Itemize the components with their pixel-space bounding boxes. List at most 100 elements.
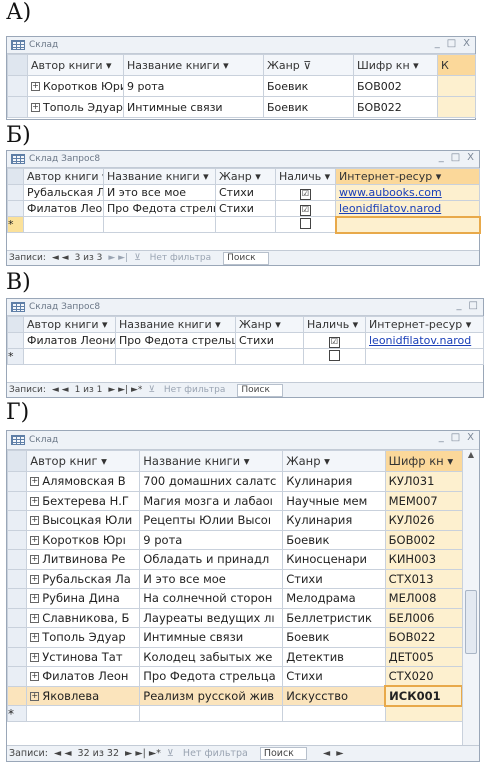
scroll-up-icon[interactable]: ▲ (463, 450, 479, 459)
expand-icon[interactable]: + (31, 82, 40, 91)
table-row[interactable]: + Алямовская В 700 домашних салатс Кулинари… (6, 471, 463, 492)
horizontal-scroll-left-icon[interactable]: ◄ (323, 748, 330, 759)
row-selector[interactable] (6, 568, 28, 589)
table-row[interactable]: Рубальская Ла И это все мое Стихи ☑ www.… (7, 184, 480, 201)
next-record-buttons[interactable]: ► ►| ►* (108, 385, 142, 395)
checkbox[interactable] (329, 349, 340, 361)
maximize-icon[interactable]: □ (447, 38, 456, 49)
row-selector[interactable] (6, 588, 28, 609)
first-record-button[interactable]: ◄ ◄ (52, 385, 69, 395)
next-record-buttons[interactable]: ► ►| (108, 253, 128, 263)
close-icon[interactable]: X (467, 152, 474, 163)
column-header[interactable]: Название книги ▾ (139, 450, 284, 472)
minimize-icon[interactable]: _ (457, 300, 462, 311)
row-selector[interactable] (6, 471, 28, 492)
first-record-button[interactable]: ◄ ◄ (54, 748, 72, 759)
column-header[interactable]: Жанр ⊽ (263, 54, 354, 76)
column-header[interactable]: Интернет-ресур ▾ (335, 168, 480, 185)
expand-icon[interactable]: + (31, 103, 40, 112)
close-icon[interactable]: X (467, 432, 474, 443)
select-all-corner[interactable] (7, 316, 24, 333)
search-box[interactable]: Поиск (259, 747, 307, 760)
column-header[interactable]: Автор книг ▾ (26, 450, 141, 472)
row-selector[interactable] (7, 75, 28, 97)
row-selector[interactable] (7, 96, 28, 118)
checkbox[interactable]: ☑ (300, 204, 311, 216)
table-row[interactable]: + Тополь Эдуар Интимные связи Боевик БОВ022 (6, 627, 463, 648)
table-row[interactable]: + Литвинова Ре Обладать и принадл Киносцена… (6, 549, 463, 570)
maximize-icon[interactable]: □ (469, 300, 478, 311)
table-row[interactable]: + Бехтерева Н.Г Магия мозга и лабаоı Научны… (6, 490, 463, 511)
filter-indicator[interactable]: ⊻ Нет фильтра (134, 253, 217, 263)
expand-icon[interactable]: + (30, 594, 40, 604)
expand-icon[interactable]: + (30, 496, 40, 506)
row-selector[interactable] (7, 332, 24, 349)
table-row[interactable]: + Тополь Эдуард Интимные связи Боевик БОВ… (7, 96, 476, 118)
new-record-row[interactable]: * (7, 215, 481, 234)
record-position-input[interactable]: 32 из 32 (78, 748, 119, 759)
active-cell[interactable] (334, 215, 481, 234)
vertical-scrollbar[interactable]: ▲ (462, 450, 479, 746)
expand-icon[interactable]: + (30, 477, 40, 487)
expand-icon[interactable]: + (30, 633, 40, 643)
maximize-icon[interactable]: □ (451, 432, 460, 443)
filter-indicator[interactable]: ⊻ Нет фильтра (167, 748, 254, 759)
hyperlink[interactable]: leonidfilatov.narod (339, 202, 441, 215)
expand-icon[interactable]: + (30, 613, 40, 623)
checkbox[interactable]: ☑ (300, 188, 311, 200)
select-all-corner[interactable] (7, 54, 28, 76)
hyperlink[interactable]: leonidfilatov.narod (369, 334, 471, 347)
column-header[interactable]: Автор книги ▾ (23, 316, 116, 333)
table-row[interactable]: + Яковлева Реализм русской жив Искусство ИСК… (6, 685, 463, 707)
record-position-input[interactable]: 1 из 1 (75, 385, 103, 395)
row-selector[interactable] (6, 646, 28, 667)
expand-icon[interactable]: + (30, 691, 40, 701)
minimize-icon[interactable]: _ (439, 432, 444, 443)
new-record-row[interactable]: * (6, 705, 463, 722)
table-row[interactable]: + Коротков Юри 9 рота Боевик БОВ002 (7, 75, 476, 97)
table-row[interactable]: + Коротков Юрı 9 рота Боевик БОВ002 (6, 529, 463, 550)
close-icon[interactable]: X (463, 38, 470, 49)
search-box[interactable]: Поиск (223, 251, 269, 265)
search-box[interactable]: Поиск (237, 383, 283, 397)
table-row[interactable]: Филатов Леони Про Федота стрельца Стихи … (7, 200, 480, 217)
column-header[interactable]: Шифр кн ▾ (384, 450, 463, 472)
table-row[interactable]: + Рубальская Ла И это все мое Стихи СТХ013 (6, 568, 463, 589)
row-selector[interactable] (7, 200, 24, 217)
column-header[interactable]: Автор книги ▾ (23, 168, 104, 185)
expand-icon[interactable]: + (30, 652, 40, 662)
expand-icon[interactable]: + (30, 535, 40, 545)
checkbox[interactable]: ☑ (329, 336, 340, 348)
table-row[interactable]: + Высоцкая Юли Рецепты Юлии Высоı Кулинария… (6, 510, 463, 531)
table-row[interactable]: + Рубина Дина На солнечной сторон Мелодрама… (6, 588, 463, 609)
table-row[interactable]: + Филатов Леон Про Федота стрельца Стихи СТХ… (6, 666, 463, 687)
column-header[interactable]: Шифр кн ▾ (353, 54, 438, 76)
column-header[interactable]: Название книги ▾ (103, 168, 216, 185)
select-all-corner[interactable] (6, 450, 28, 472)
row-selector[interactable] (6, 490, 28, 511)
column-header[interactable]: К (437, 54, 476, 76)
minimize-icon[interactable]: _ (435, 38, 440, 49)
filter-indicator[interactable]: ⊻ Нет фильтра (148, 385, 231, 395)
row-selector[interactable] (6, 549, 28, 570)
column-header[interactable]: Жанр ▾ (282, 450, 386, 472)
expand-icon[interactable]: + (30, 555, 40, 565)
next-record-buttons[interactable]: ► ►| ►* (125, 748, 161, 759)
row-selector[interactable] (6, 627, 28, 648)
table-row[interactable]: Филатов Леони Про Федота стрельца Стихи … (7, 332, 484, 349)
scrollbar-thumb[interactable] (465, 590, 477, 654)
row-selector[interactable] (6, 529, 28, 550)
column-header[interactable]: Название книги ▾ (115, 316, 236, 333)
row-selector[interactable] (7, 184, 24, 201)
checkbox[interactable] (299, 217, 311, 229)
row-selector[interactable] (6, 607, 28, 628)
row-selector[interactable] (6, 510, 28, 531)
table-row[interactable]: + Устинова Тат Колодец забытых же Детектив Д… (6, 646, 463, 667)
record-position-input[interactable]: 3 из 3 (75, 253, 103, 263)
column-header[interactable]: Наличь ▾ (303, 316, 366, 333)
select-all-corner[interactable] (7, 168, 24, 185)
horizontal-scroll-right-icon[interactable]: ► (336, 748, 343, 759)
column-header[interactable]: Жанр ▾ (215, 168, 276, 185)
column-header[interactable]: Автор книги ▾ (27, 54, 124, 76)
column-header[interactable]: Жанр ▾ (235, 316, 304, 333)
